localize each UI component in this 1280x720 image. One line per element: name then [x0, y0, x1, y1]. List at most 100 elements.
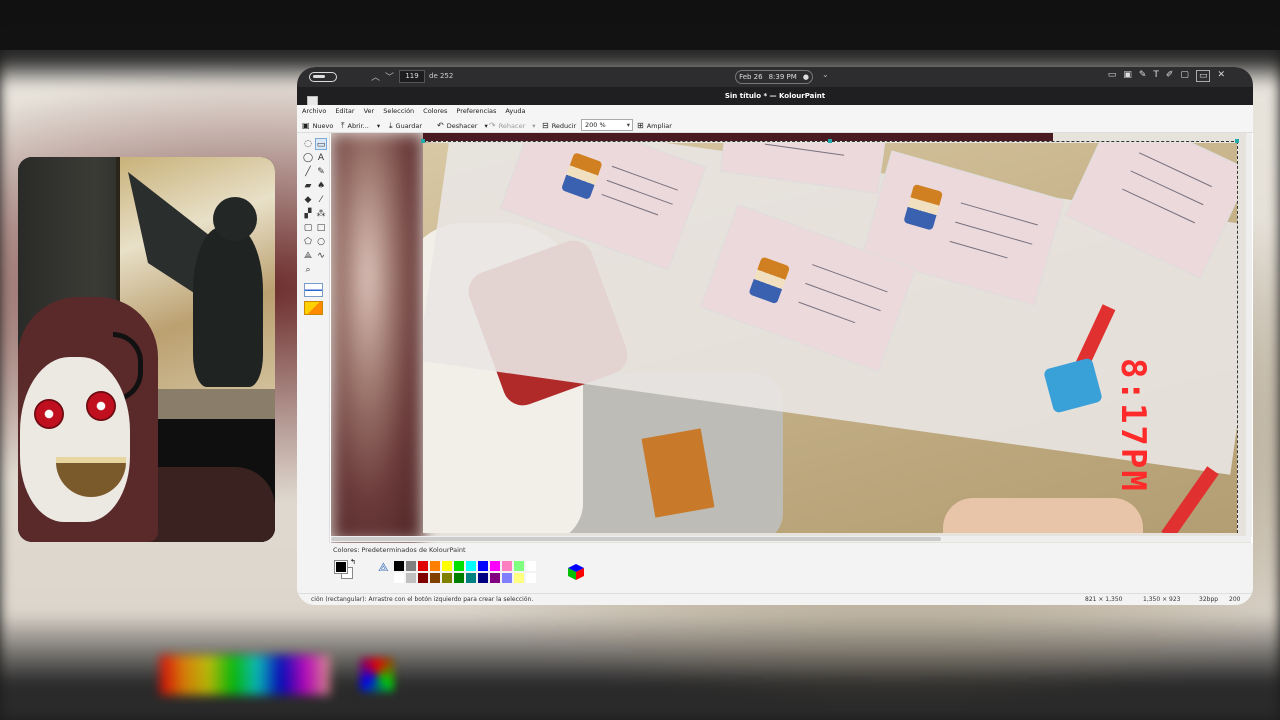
selection-opaque-icon[interactable]	[304, 283, 323, 297]
color-eraser-icon[interactable]: ▞	[302, 208, 314, 220]
menu-ayuda[interactable]: Ayuda	[505, 105, 525, 117]
color-picker-droplet-icon[interactable]: ⟁	[378, 560, 389, 575]
selection-transparent-icon[interactable]	[304, 301, 323, 315]
palette-label: Colores: Predeterminados de KolourPaint	[333, 546, 466, 554]
spray-icon[interactable]: ⁂	[315, 208, 327, 220]
foreground-color[interactable]	[334, 560, 348, 574]
line-tool-icon[interactable]: ╱	[302, 166, 314, 178]
fill-icon[interactable]: ◆	[302, 194, 314, 206]
color-swatch[interactable]	[429, 572, 441, 584]
chevron-down-icon[interactable]: ▾	[484, 122, 487, 130]
menu-editar[interactable]: Editar	[335, 105, 354, 117]
color-swatch[interactable]	[417, 560, 429, 572]
swap-colors-icon[interactable]: ↰	[350, 558, 356, 566]
color-picker-icon[interactable]: ⁄	[315, 194, 327, 206]
color-swatch[interactable]	[393, 572, 405, 584]
color-swatch[interactable]	[501, 572, 513, 584]
zoom-in-icon: ⊞	[637, 121, 644, 130]
eraser-icon[interactable]: ▰	[302, 180, 314, 192]
polygon-icon[interactable]: ⬠	[302, 236, 314, 248]
color-swatch[interactable]	[465, 560, 477, 572]
menu-archivo[interactable]: Archivo	[302, 105, 326, 117]
pen-tool-icon[interactable]: ✎	[315, 166, 327, 178]
save-icon: ⤓	[389, 121, 393, 130]
chevron-down-icon[interactable]: ▾	[377, 122, 380, 130]
color-swatch[interactable]	[453, 560, 465, 572]
color-swatch[interactable]	[417, 572, 429, 584]
polyline-icon[interactable]: ⟁	[302, 250, 314, 262]
chevron-down-icon[interactable]: ﹀	[385, 70, 394, 83]
pen-icon[interactable]: ✎	[1139, 70, 1147, 82]
handwriting-line	[764, 143, 845, 156]
vertical-scrollbar[interactable]	[1246, 133, 1252, 537]
text-icon[interactable]: T	[1153, 70, 1159, 82]
comment-icon[interactable]: ▭	[1108, 70, 1117, 82]
rounded-rect-icon[interactable]: ▢	[302, 222, 314, 234]
chevron-up-icon[interactable]: ︿	[371, 70, 380, 83]
fullscreen-icon[interactable]: ▭	[1195, 70, 1211, 82]
scrollbar-thumb[interactable]	[331, 537, 941, 541]
color-swatch[interactable]	[405, 560, 417, 572]
selection-handle[interactable]	[828, 139, 832, 143]
color-swatch[interactable]	[453, 572, 465, 584]
background-blurred-cube	[360, 658, 394, 692]
color-swatch[interactable]	[477, 572, 489, 584]
zoom-tool-icon[interactable]: ⌕	[302, 264, 314, 276]
color-swatch[interactable]	[525, 560, 537, 572]
redo-icon: ↷	[489, 121, 496, 130]
free-select-icon[interactable]: ◌	[302, 138, 314, 150]
image-canvas[interactable]: 8:17PM	[331, 133, 1251, 543]
selection-handle[interactable]	[421, 139, 425, 143]
zoom-in-label: Ampliar	[646, 121, 672, 130]
close-icon[interactable]: ✕	[1217, 70, 1225, 82]
page-number-input[interactable]: 119	[399, 70, 425, 83]
color-swatch[interactable]	[441, 560, 453, 572]
color-swatch[interactable]	[489, 560, 501, 572]
chevron-down-icon[interactable]: ⌄	[822, 70, 829, 79]
save-button[interactable]: ⤓ Guardar	[389, 121, 422, 131]
card-figure	[903, 183, 944, 231]
color-swatch[interactable]	[525, 572, 537, 584]
color-swatch[interactable]	[477, 560, 489, 572]
color-swatch[interactable]	[393, 560, 405, 572]
color-swatch[interactable]	[513, 560, 525, 572]
color-swatch[interactable]	[489, 572, 501, 584]
selection-handle[interactable]	[1235, 139, 1239, 143]
zoom-in-button[interactable]: ⊞ Ampliar	[637, 121, 672, 130]
menu-colores[interactable]: Colores	[423, 105, 447, 117]
ellipse-icon[interactable]: ○	[315, 236, 327, 248]
chevron-down-icon[interactable]: ▾	[532, 122, 535, 130]
color-swatch[interactable]	[513, 572, 525, 584]
rect-icon[interactable]: □	[315, 222, 327, 234]
undo-button[interactable]: ↶ Deshacer ▾	[437, 121, 488, 130]
brush-icon[interactable]: ♠	[315, 180, 327, 192]
rect-select-icon[interactable]: ▭	[315, 138, 327, 150]
horizontal-scrollbar[interactable]	[331, 536, 1251, 542]
fg-bg-color-box[interactable]: ↰	[334, 558, 356, 581]
color-swatch[interactable]	[441, 572, 453, 584]
color-swatch[interactable]	[501, 560, 513, 572]
menu-preferencias[interactable]: Preferencias	[456, 105, 496, 117]
redo-button[interactable]: ↷ Rehacer ▾	[489, 121, 536, 130]
image-icon[interactable]: ▣	[1123, 70, 1132, 82]
crop-icon[interactable]: ▢	[1180, 70, 1189, 82]
date-time-pill[interactable]: Feb 26 8:39 PM ●	[735, 70, 813, 84]
menu-seleccion[interactable]: Selección	[383, 105, 414, 117]
ellipse-select-icon[interactable]: ◯	[302, 152, 314, 164]
new-button[interactable]: ▣ Nuevo	[302, 121, 333, 130]
zoom-select[interactable]: 200 %	[581, 119, 633, 131]
open-button[interactable]: ⤒ Abrir... ▾	[341, 121, 380, 131]
menu-ver[interactable]: Ver	[364, 105, 375, 117]
color-swatch[interactable]	[405, 572, 417, 584]
zoom-out-button[interactable]: ⊟ Reducir	[542, 121, 576, 130]
status-message: ción (rectangular): Arrastre con el botó…	[311, 596, 534, 603]
color-cube-icon[interactable]	[567, 563, 585, 581]
text-tool-icon[interactable]: A	[315, 152, 327, 164]
page-count: de 252	[429, 72, 454, 80]
color-swatch[interactable]	[429, 560, 441, 572]
highlight-icon[interactable]: ✐	[1166, 70, 1174, 82]
curve-icon[interactable]: ∿	[315, 250, 327, 262]
toggle-icon[interactable]	[309, 72, 337, 82]
undo-icon: ↶	[437, 121, 444, 130]
color-swatch[interactable]	[465, 572, 477, 584]
